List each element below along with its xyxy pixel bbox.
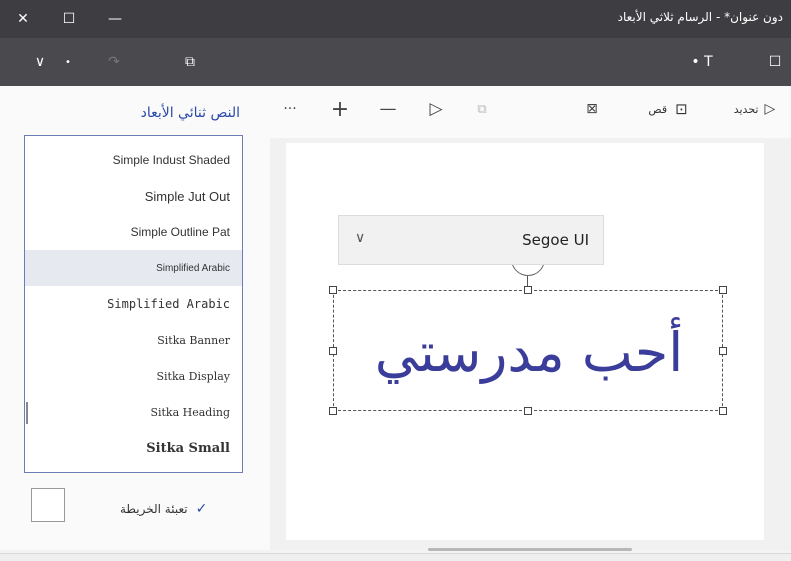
magic-select-icon: ⊠ <box>586 101 598 117</box>
magic-select-button[interactable]: ⊠ <box>578 92 606 126</box>
title-bar: ✕ ☐ — دون عنوان* - الرسام ثلاثي الأبعاد <box>0 0 791 38</box>
canvas-tool-button[interactable]: ☐ <box>760 48 790 76</box>
shape-icon: ▷ <box>429 99 443 119</box>
zoom-out-button[interactable]: — <box>374 92 402 126</box>
expand-menu-button[interactable]: ∨ <box>22 48 58 76</box>
dot-icon: • <box>65 56 71 68</box>
stickers-button[interactable]: ⧉ <box>172 48 208 76</box>
chevron-down-icon: ∨ <box>34 54 46 70</box>
font-item-sitka-banner[interactable]: Sitka Banner <box>25 322 242 358</box>
minimize-icon: — <box>108 11 122 27</box>
stickers-icon: ⧉ <box>185 54 195 70</box>
resize-handle-bottom[interactable] <box>524 407 532 415</box>
fill-color-swatch[interactable] <box>31 488 65 522</box>
redo-button[interactable]: ↷ <box>96 48 132 76</box>
rotate-handle-stem <box>527 276 528 286</box>
text-tool-button[interactable]: • T <box>680 48 724 76</box>
select-label: تحديد <box>733 102 759 116</box>
select-button[interactable]: ▷ تحديد <box>718 92 791 126</box>
chevron-down-icon: ∨ <box>355 230 366 246</box>
font-dropdown-value: Segoe UI <box>522 231 589 249</box>
window-title: دون عنوان* - الرسام ثلاثي الأبعاد <box>617 10 783 24</box>
font-item-simple-indust-shaded[interactable]: Simple Indust Shaded <box>25 142 242 178</box>
font-item-simple-outline-pat[interactable]: Simple Outline Pat <box>25 214 242 250</box>
fill-checkbox-row[interactable]: ✓ تعبئة الخريطة <box>120 498 250 520</box>
copy-icon: ⧉ <box>477 101 487 117</box>
more-options-button[interactable]: ··· <box>276 92 304 126</box>
resize-handle-bottom-left[interactable] <box>329 407 337 415</box>
font-list-scrollbar[interactable] <box>26 402 28 424</box>
font-item-sitka-small[interactable]: Sitka Small <box>25 430 242 466</box>
close-icon: ✕ <box>17 11 29 27</box>
crop-icon: ⊡ <box>675 100 688 118</box>
bottom-edge <box>0 553 791 561</box>
fill-label: تعبئة الخريطة <box>120 502 188 516</box>
font-item-simple-jut-out[interactable]: Simple Jut Out <box>25 178 242 214</box>
font-dropdown[interactable]: ∨ Segoe UI <box>338 215 604 265</box>
maximize-icon: ☐ <box>62 11 76 27</box>
close-window-button[interactable]: ✕ <box>0 0 46 38</box>
font-list[interactable]: Simple Indust Shaded Simple Jut Out Simp… <box>24 135 243 473</box>
copy-button[interactable]: ⧉ <box>468 92 496 126</box>
redo-icon: ↷ <box>108 54 120 70</box>
check-icon: ✓ <box>195 501 208 517</box>
select-icon: ▷ <box>764 101 776 117</box>
maximize-window-button[interactable]: ☐ <box>46 0 92 38</box>
font-item-sitka-heading[interactable]: Sitka Heading <box>25 394 242 430</box>
crop-button[interactable]: ⊡ قص <box>632 92 704 126</box>
resize-handle-top-right[interactable] <box>719 286 727 294</box>
crop-label: قص <box>648 102 668 116</box>
zoom-in-button[interactable]: + <box>326 92 354 126</box>
font-item-simplified-arabic-selected[interactable]: Simplified Arabic <box>25 250 242 286</box>
more-icon: ··· <box>283 101 297 117</box>
resize-handle-right[interactable] <box>719 347 727 355</box>
text-tool-icon: • T <box>691 54 713 70</box>
minimize-window-button[interactable]: — <box>92 0 138 38</box>
resize-handle-left[interactable] <box>329 347 337 355</box>
shape-button[interactable]: ▷ <box>422 92 450 126</box>
resize-handle-top[interactable] <box>524 286 532 294</box>
ribbon: ∨ • ↷ ⧉ • T ☐ <box>0 38 791 86</box>
panel-title: النص ثنائي الأبعاد <box>140 105 240 121</box>
plus-icon: + <box>330 96 350 122</box>
font-item-sitka-display[interactable]: Sitka Display <box>25 358 242 394</box>
canvas-icon: ☐ <box>768 54 782 70</box>
resize-handle-top-left[interactable] <box>329 286 337 294</box>
minus-icon: — <box>379 99 397 119</box>
resize-handle-bottom-right[interactable] <box>719 407 727 415</box>
canvas-text[interactable]: أحب مدرستي <box>338 302 720 402</box>
menu-dot-button[interactable]: • <box>58 48 78 76</box>
horizontal-scrollbar[interactable] <box>428 548 632 551</box>
font-item-simplified-arabic-fixed[interactable]: Simplified Arabic <box>25 286 242 322</box>
